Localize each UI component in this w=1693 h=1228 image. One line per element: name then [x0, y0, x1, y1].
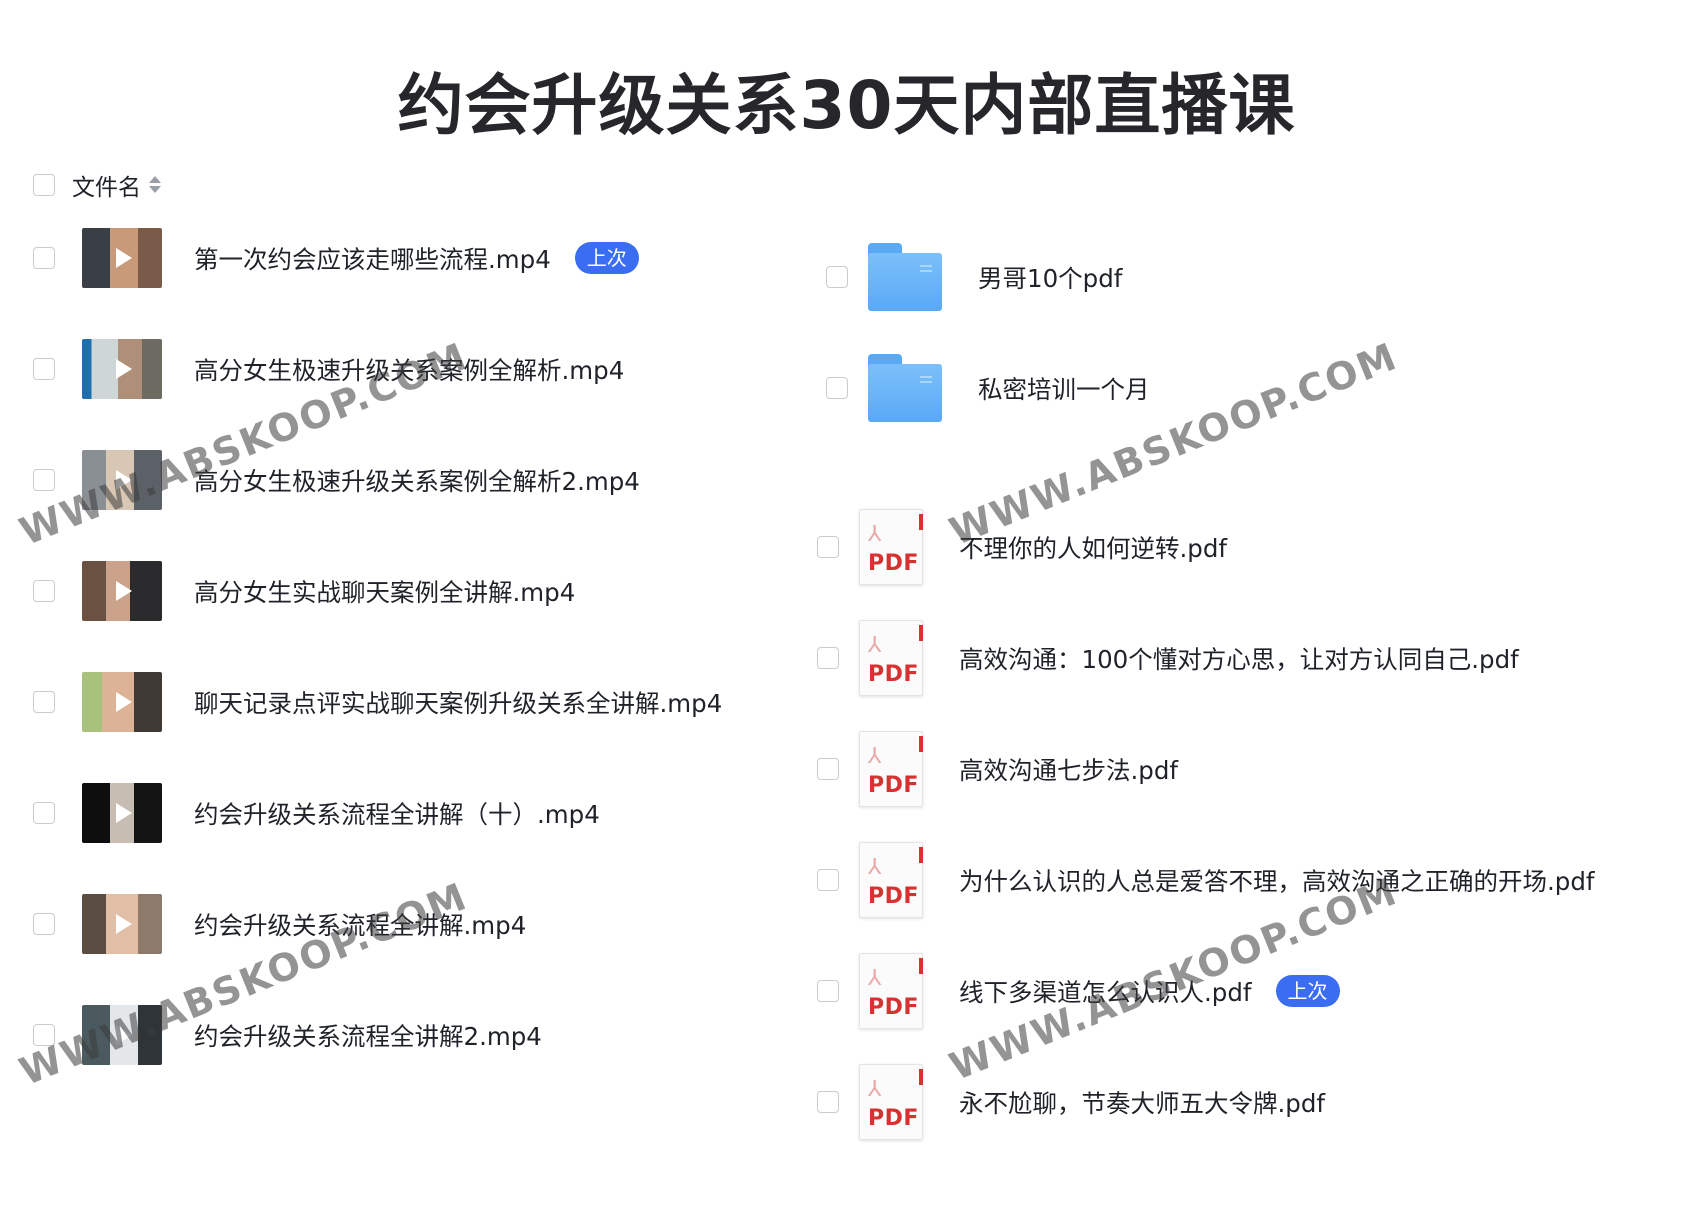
row-checkbox[interactable] — [33, 691, 55, 713]
file-name[interactable]: 永不尬聊，节奏大师五大令牌.pdf — [959, 1085, 1325, 1120]
play-icon — [116, 359, 132, 379]
folder-item[interactable]: 私密培训一个月 — [826, 354, 1150, 422]
folder-icon — [868, 354, 942, 422]
file-name[interactable]: 高效沟通七步法.pdf — [959, 752, 1178, 787]
pdf-icon: ⅄ PDF — [859, 953, 923, 1029]
file-name[interactable]: 高分女生实战聊天案例全讲解.mp4 — [194, 574, 575, 609]
play-icon — [116, 803, 132, 823]
row-checkbox[interactable] — [33, 247, 55, 269]
list-item[interactable]: ⅄ PDF 永不尬聊，节奏大师五大令牌.pdf — [817, 1064, 1325, 1140]
video-thumbnail — [82, 672, 162, 732]
row-checkbox[interactable] — [817, 647, 839, 669]
row-checkbox[interactable] — [33, 358, 55, 380]
row-checkbox[interactable] — [817, 758, 839, 780]
row-checkbox[interactable] — [826, 377, 848, 399]
folder-icon — [868, 243, 942, 311]
row-checkbox[interactable] — [817, 536, 839, 558]
play-icon — [116, 581, 132, 601]
pdf-icon: ⅄ PDF — [859, 509, 923, 585]
sort-icon[interactable] — [149, 174, 161, 196]
list-item[interactable]: ⅄ PDF 高效沟通七步法.pdf — [817, 731, 1178, 807]
list-item[interactable]: 聊天记录点评实战聊天案例升级关系全讲解.mp4 — [33, 672, 722, 732]
file-name[interactable]: 聊天记录点评实战聊天案例升级关系全讲解.mp4 — [194, 685, 722, 720]
last-viewed-badge: 上次 — [574, 242, 639, 274]
select-all-checkbox[interactable] — [33, 174, 55, 196]
file-name[interactable]: 高效沟通：100个懂对方心思，让对方认同自己.pdf — [959, 641, 1519, 676]
video-thumbnail — [82, 783, 162, 843]
pdf-icon: ⅄ PDF — [859, 842, 923, 918]
list-item[interactable]: 高分女生实战聊天案例全讲解.mp4 — [33, 561, 575, 621]
video-thumbnail — [82, 561, 162, 621]
play-icon — [116, 692, 132, 712]
folder-name[interactable]: 私密培训一个月 — [978, 371, 1150, 406]
list-item[interactable]: ⅄ PDF 高效沟通：100个懂对方心思，让对方认同自己.pdf — [817, 620, 1519, 696]
page-title: 约会升级关系30天内部直播课 — [397, 67, 1296, 144]
row-checkbox[interactable] — [33, 913, 55, 935]
row-checkbox[interactable] — [817, 980, 839, 1002]
pdf-icon: ⅄ PDF — [859, 1064, 923, 1140]
file-name[interactable]: 约会升级关系流程全讲解（十）.mp4 — [194, 796, 600, 831]
row-checkbox[interactable] — [817, 1091, 839, 1113]
list-item[interactable]: 约会升级关系流程全讲解（十）.mp4 — [33, 783, 600, 843]
file-name[interactable]: 约会升级关系流程全讲解2.mp4 — [194, 1018, 542, 1053]
last-viewed-badge: 上次 — [1275, 975, 1340, 1007]
video-thumbnail — [82, 894, 162, 954]
file-name[interactable]: 高分女生极速升级关系案例全解析2.mp4 — [194, 463, 640, 498]
file-name[interactable]: 为什么认识的人总是爱答不理，高效沟通之正确的开场.pdf — [959, 863, 1595, 898]
video-thumbnail — [82, 228, 162, 288]
list-item[interactable]: 第一次约会应该走哪些流程.mp4 上次 — [33, 228, 639, 288]
filename-column-label[interactable]: 文件名 — [72, 168, 141, 202]
play-icon — [116, 248, 132, 268]
folder-item[interactable]: 男哥10个pdf — [826, 243, 1122, 311]
file-name[interactable]: 第一次约会应该走哪些流程.mp4 — [194, 241, 551, 276]
list-header: 文件名 — [33, 168, 161, 202]
pdf-icon: ⅄ PDF — [859, 731, 923, 807]
row-checkbox[interactable] — [33, 469, 55, 491]
row-checkbox[interactable] — [33, 580, 55, 602]
row-checkbox[interactable] — [817, 869, 839, 891]
video-thumbnail — [82, 339, 162, 399]
play-icon — [116, 914, 132, 934]
file-list-page: 约会升级关系30天内部直播课 文件名 第一次约会应该走哪些流程.mp4 上次 高… — [0, 0, 1693, 1228]
row-checkbox[interactable] — [33, 802, 55, 824]
row-checkbox[interactable] — [826, 266, 848, 288]
folder-name[interactable]: 男哥10个pdf — [978, 260, 1122, 295]
list-item[interactable]: ⅄ PDF 为什么认识的人总是爱答不理，高效沟通之正确的开场.pdf — [817, 842, 1595, 918]
pdf-icon: ⅄ PDF — [859, 620, 923, 696]
